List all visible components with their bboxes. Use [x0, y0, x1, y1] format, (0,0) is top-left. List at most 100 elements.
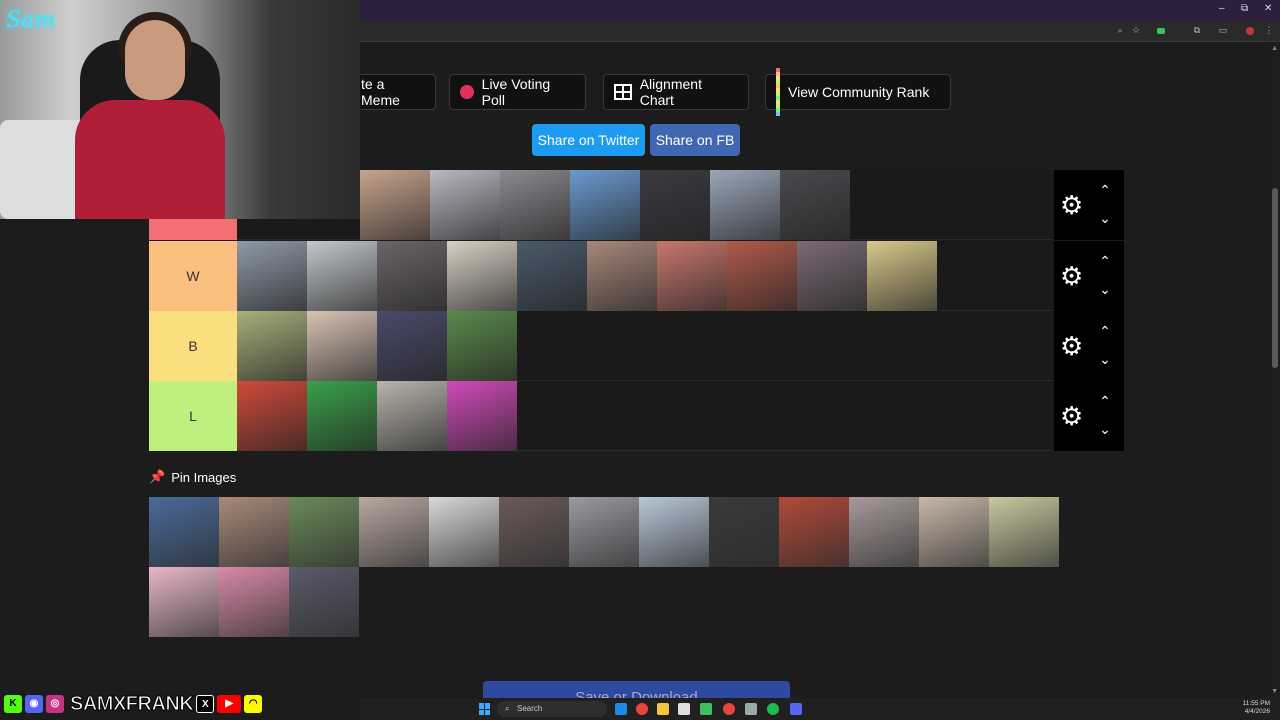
- tier-image[interactable]: [657, 241, 727, 311]
- tier-image[interactable]: [447, 241, 517, 311]
- pin-image[interactable]: [289, 497, 359, 567]
- tier-controls: ⚙ ⌃ ⌄: [1054, 381, 1124, 451]
- pin-image[interactable]: [989, 497, 1059, 567]
- pin-image[interactable]: [149, 567, 219, 637]
- windows-start-icon[interactable]: [479, 703, 491, 715]
- pin-images-grid: [149, 497, 1059, 637]
- pin-image[interactable]: [219, 567, 289, 637]
- share-twitter-button[interactable]: Share on Twitter: [532, 124, 645, 156]
- tier-image[interactable]: [377, 241, 447, 311]
- alignment-chart-button[interactable]: Alignment Chart: [603, 74, 749, 110]
- discord-taskbar-icon[interactable]: [790, 703, 802, 715]
- chevron-up-icon[interactable]: ⌃: [1096, 183, 1114, 197]
- tier-image[interactable]: [797, 241, 867, 311]
- tier-image[interactable]: [447, 381, 517, 451]
- store-icon[interactable]: [678, 703, 690, 715]
- tier-image[interactable]: [867, 241, 937, 311]
- tier-image[interactable]: [307, 311, 377, 381]
- maximize-button[interactable]: ⧉: [1241, 3, 1248, 14]
- taskbar-clock[interactable]: 11:55 PM 4/4/2026: [1243, 700, 1270, 716]
- extension-icon[interactable]: [1157, 28, 1165, 34]
- pin-image[interactable]: [849, 497, 919, 567]
- chrome-icon[interactable]: [636, 703, 648, 715]
- tier-image[interactable]: [517, 241, 587, 311]
- pin-image[interactable]: [289, 567, 359, 637]
- tier-image[interactable]: [377, 381, 447, 451]
- chevron-up-icon[interactable]: ⌃: [1096, 324, 1114, 338]
- tier-label[interactable]: L: [149, 381, 237, 451]
- chevron-down-icon[interactable]: ⌄: [1096, 282, 1114, 296]
- tier-controls: ⚙ ⌃ ⌄: [1054, 170, 1124, 240]
- view-community-rank-button[interactable]: View Community Rank: [765, 68, 951, 116]
- tier-image[interactable]: [307, 241, 377, 311]
- pin-image[interactable]: [919, 497, 989, 567]
- scroll-up-icon[interactable]: ▲: [1271, 45, 1278, 52]
- tier-image[interactable]: [587, 241, 657, 311]
- pin-image[interactable]: [709, 497, 779, 567]
- tier-image[interactable]: [570, 170, 640, 240]
- gear-icon[interactable]: ⚙: [1060, 333, 1086, 359]
- pin-image[interactable]: [219, 497, 289, 567]
- live-voting-poll-button[interactable]: Live Voting Poll: [449, 74, 586, 110]
- taskbar-search-input[interactable]: ⌕ Search: [497, 701, 607, 717]
- profile-avatar-icon[interactable]: [1246, 27, 1254, 35]
- tier-image[interactable]: [500, 170, 570, 240]
- tier-image[interactable]: [640, 170, 710, 240]
- tier-image[interactable]: [377, 311, 447, 381]
- chevron-up-icon[interactable]: ⌃: [1096, 254, 1114, 268]
- bookmark-star-icon[interactable]: ☆: [1131, 25, 1141, 35]
- tier-image[interactable]: [447, 311, 517, 381]
- create-meme-button[interactable]: te a Meme: [350, 74, 436, 110]
- tier-image[interactable]: [360, 170, 430, 240]
- share-facebook-button[interactable]: Share on FB: [650, 124, 740, 156]
- spotify-icon[interactable]: [767, 703, 779, 715]
- chevron-down-icon[interactable]: ⌄: [1096, 352, 1114, 366]
- tab-search-icon[interactable]: ▭: [1218, 25, 1228, 35]
- tier-image[interactable]: [430, 170, 500, 240]
- chrome-active-icon[interactable]: [723, 703, 735, 715]
- tier-grid-icon: [776, 68, 780, 116]
- tier-image[interactable]: [307, 381, 377, 451]
- pin-image[interactable]: [429, 497, 499, 567]
- chevron-down-icon[interactable]: ⌄: [1096, 422, 1114, 436]
- pin-image[interactable]: [639, 497, 709, 567]
- tier-row: B ⚙ ⌃ ⌄: [149, 311, 1124, 381]
- tier-image[interactable]: [710, 170, 780, 240]
- pin-image[interactable]: [569, 497, 639, 567]
- chevron-up-icon[interactable]: ⌃: [1096, 394, 1114, 408]
- gear-icon[interactable]: ⚙: [1060, 192, 1086, 218]
- chevron-down-icon[interactable]: ⌄: [1096, 211, 1114, 225]
- close-window-button[interactable]: ✕: [1264, 3, 1272, 14]
- page-scrollbar[interactable]: ▲ ▼: [1270, 43, 1280, 700]
- minimize-button[interactable]: –: [1219, 3, 1225, 14]
- tier-image[interactable]: [780, 170, 850, 240]
- tier-label[interactable]: [149, 219, 237, 240]
- tier-image[interactable]: [237, 381, 307, 451]
- tier-label[interactable]: W: [149, 241, 237, 311]
- tier-label[interactable]: B: [149, 311, 237, 381]
- webcam-logo: Sam: [6, 8, 56, 33]
- pin-images-header: 📌 Pin Images: [149, 469, 236, 485]
- file-explorer-icon[interactable]: [657, 703, 669, 715]
- scroll-down-icon[interactable]: ▼: [1271, 688, 1278, 695]
- gear-icon[interactable]: ⚙: [1060, 403, 1086, 429]
- edge-icon[interactable]: [615, 703, 627, 715]
- pin-image[interactable]: [149, 497, 219, 567]
- extensions-puzzle-icon[interactable]: ⧉: [1192, 25, 1202, 35]
- tier-image[interactable]: [727, 241, 797, 311]
- tier-image[interactable]: [237, 241, 307, 311]
- pin-image[interactable]: [779, 497, 849, 567]
- app-icon[interactable]: [700, 703, 712, 715]
- menu-kebab-icon[interactable]: ⋮: [1264, 25, 1274, 35]
- create-meme-label: te a Meme: [361, 76, 400, 108]
- pin-image[interactable]: [359, 497, 429, 567]
- kick-icon: K: [4, 695, 22, 713]
- clock-date: 4/4/2026: [1244, 708, 1270, 715]
- zoom-icon[interactable]: ⌕: [1115, 25, 1125, 35]
- pin-image[interactable]: [499, 497, 569, 567]
- scroll-thumb[interactable]: [1272, 188, 1278, 368]
- gear-icon[interactable]: ⚙: [1060, 263, 1086, 289]
- tier-image[interactable]: [237, 311, 307, 381]
- settings-icon[interactable]: [745, 703, 757, 715]
- screen: { "browser": { "window_controls": ["–", …: [0, 0, 1280, 720]
